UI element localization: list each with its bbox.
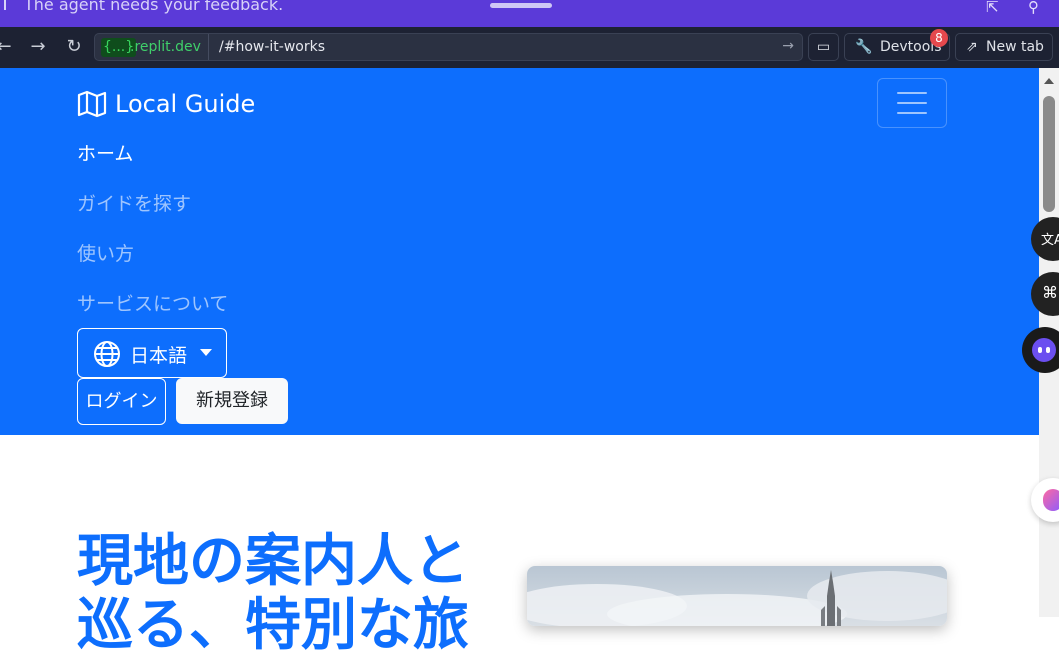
feedback-notice-bar: The agent needs your feedback. ⇱ ⚲ <box>0 0 1059 27</box>
brand-link[interactable]: Local Guide <box>77 88 255 120</box>
scroll-up-icon[interactable] <box>1044 78 1054 84</box>
hamburger-line <box>897 112 927 114</box>
translate-icon: 文A <box>1041 233 1059 248</box>
nav-link-about[interactable]: サービスについて <box>77 292 228 316</box>
forward-icon[interactable]: → <box>28 36 48 57</box>
external-link-icon: ⇗ <box>966 39 978 55</box>
hero-photo-sky <box>527 566 947 626</box>
nav-link-how-it-works[interactable]: 使い方 <box>77 242 134 266</box>
hamburger-line <box>897 92 927 94</box>
pin-icon[interactable]: ⚲ <box>1028 0 1039 16</box>
reload-icon[interactable]: ↻ <box>64 36 84 57</box>
url-path: /#how-it-works <box>219 39 325 55</box>
brand-name: Local Guide <box>115 90 256 118</box>
map-icon <box>77 90 107 118</box>
back-icon[interactable]: ← <box>0 36 14 57</box>
language-label: 日本語 <box>130 345 188 367</box>
new-tab-button[interactable]: ⇗ New tab <box>955 33 1053 61</box>
signup-button[interactable]: 新規登録 <box>176 378 288 424</box>
domain-text: .replit.dev <box>130 39 201 55</box>
language-dropdown[interactable]: 日本語 <box>77 328 227 378</box>
nav-link-home[interactable]: ホーム <box>77 142 133 166</box>
wrench-icon: 🔧 <box>855 39 873 55</box>
open-external-icon[interactable]: ⇱ <box>986 0 999 16</box>
go-arrow-icon[interactable]: → <box>782 38 794 54</box>
address-bar[interactable]: {...} .replit.dev /#how-it-works → <box>94 33 803 61</box>
monitor-icon: ▭ <box>816 39 831 55</box>
browser-toolbar: ← → ↻ {...} .replit.dev /#how-it-works →… <box>0 27 1059 68</box>
ai-brain-fab[interactable] <box>1031 478 1059 522</box>
drag-handle[interactable] <box>490 3 552 8</box>
grid-icon: ⌘ <box>1042 283 1058 302</box>
device-preview-button[interactable]: ▭ <box>808 33 839 61</box>
scrollbar-thumb[interactable] <box>1043 96 1055 212</box>
hero-title: 現地の案内人と巡る、特別な旅 <box>77 529 469 658</box>
hero-image <box>527 566 947 626</box>
assistant-avatar-icon <box>1032 338 1056 362</box>
menu-toggle-button[interactable] <box>877 78 947 128</box>
caret-down-icon <box>200 349 212 356</box>
new-tab-label: New tab <box>986 39 1044 55</box>
notice-indicator <box>4 0 6 10</box>
devtools-count-badge: 8 <box>930 29 948 47</box>
site-navbar: Local Guide ホーム ガイドを探す 使い方 サービスについて 日本語 … <box>0 68 1039 435</box>
address-divider <box>208 34 209 60</box>
login-button[interactable]: ログイン <box>77 378 166 425</box>
notice-text: The agent needs your feedback. <box>24 0 284 14</box>
globe-icon <box>94 341 120 367</box>
brain-icon <box>1043 489 1059 511</box>
hamburger-line <box>897 102 927 104</box>
nav-link-find-guide[interactable]: ガイドを探す <box>77 192 191 216</box>
